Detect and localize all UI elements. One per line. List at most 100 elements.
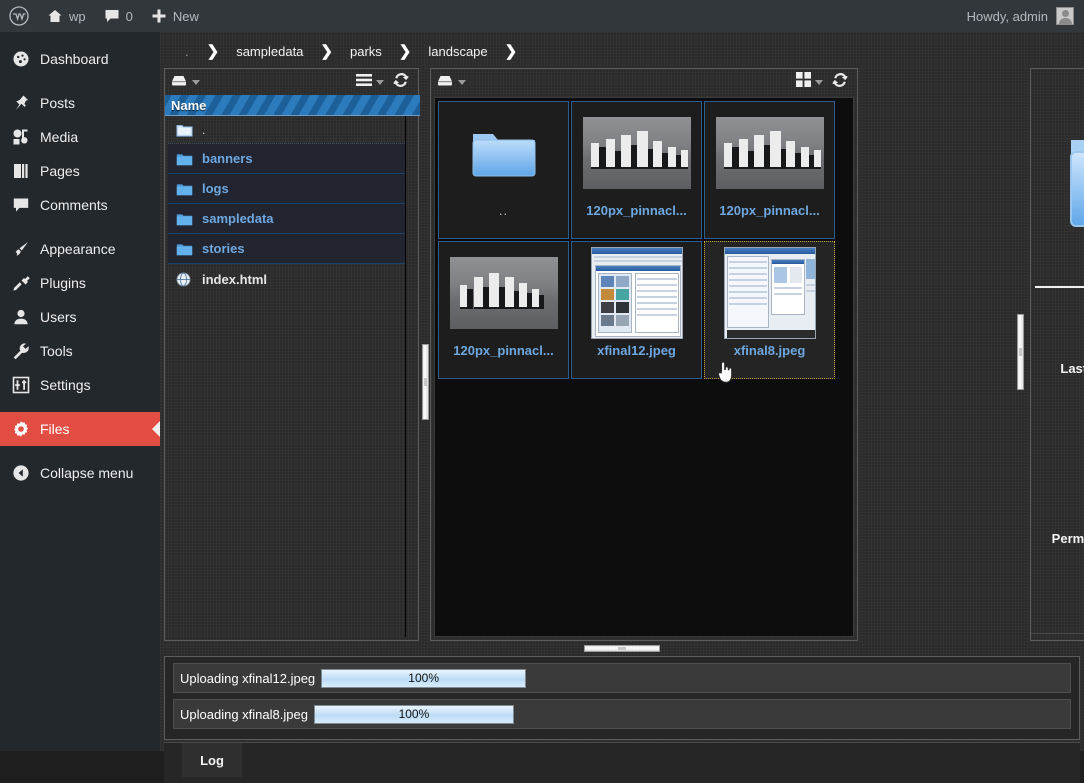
file-preview (1035, 73, 1084, 288)
thumbnail-label: xfinal12.jpeg (572, 344, 701, 358)
thumbnail-item-selected[interactable]: xfinal8.jpeg (704, 241, 835, 379)
property-key: Type (1035, 440, 1084, 455)
tree-row[interactable]: index.html (168, 264, 405, 294)
property-key: Group (1035, 501, 1084, 516)
photo-preview (716, 117, 824, 189)
tree-row-label: . (202, 123, 205, 137)
gear-icon (11, 419, 31, 439)
comments-count: 0 (126, 9, 133, 24)
sidebar-item-appearance[interactable]: Appearance (0, 232, 160, 266)
sidebar-item-settings[interactable]: Settings (0, 368, 160, 402)
sidebar-item-files[interactable]: Files (0, 412, 160, 446)
thumbnail-grid: .. (434, 97, 854, 637)
chevron-down-icon (192, 80, 200, 85)
progress-percent: 100% (399, 707, 430, 721)
thumbnail-item[interactable]: .. (438, 101, 569, 239)
sidebar-item-collapse-menu[interactable]: Collapse menu (0, 456, 160, 490)
sidebar-item-comments[interactable]: Comments (0, 188, 160, 222)
folder-icon (176, 182, 194, 196)
breadcrumb-item-root[interactable]: . (182, 44, 193, 59)
tree-column-header-name[interactable]: Name (165, 95, 420, 116)
chevron-down-icon (376, 80, 384, 85)
sidebar-item-posts[interactable]: Posts (0, 86, 160, 120)
plug-icon (11, 273, 31, 293)
property-row-type: Type Directory (1035, 440, 1084, 456)
upload-progress-bar: 100% (314, 705, 514, 724)
thumbnail-image (705, 102, 834, 204)
wordpress-logo-button[interactable] (0, 0, 38, 32)
tab-log[interactable]: Log (182, 743, 242, 777)
plus-icon (151, 8, 167, 24)
sidebar-item-users[interactable]: Users (0, 300, 160, 334)
grid-view-icon (795, 71, 812, 93)
grid-view-button[interactable] (791, 71, 827, 93)
thumbnail-item[interactable]: 120px_pinnacl... (438, 241, 569, 379)
volume-select-button[interactable] (431, 71, 470, 93)
thumbnail-image (572, 242, 701, 344)
sidebar-item-tools[interactable]: Tools (0, 334, 160, 368)
tree-refresh-button[interactable] (388, 71, 418, 93)
tree-row-label: logs (202, 181, 229, 196)
avatar-icon (1056, 7, 1074, 25)
chevron-down-icon (815, 80, 823, 85)
sidebar-item-label: Media (40, 130, 78, 144)
tree-row[interactable]: logs (168, 174, 405, 204)
folder-icon (176, 152, 194, 166)
progress-percent: 100% (408, 671, 439, 685)
property-row-group: Group mc007 (1035, 501, 1084, 517)
property-key: Permissions (1035, 531, 1084, 546)
sidebar-item-media[interactable]: Media (0, 120, 160, 154)
wordpress-logo-icon (9, 6, 29, 26)
sidebar-item-plugins[interactable]: Plugins (0, 266, 160, 300)
volume-select-button[interactable] (165, 71, 204, 93)
breadcrumb-item-sampledata[interactable]: sampledata (233, 44, 306, 59)
tree-menu-button[interactable] (351, 71, 388, 93)
right-panel-splitter[interactable] (1015, 282, 1026, 422)
splitter-grip[interactable] (1017, 314, 1024, 390)
tree-row[interactable]: stories (168, 234, 405, 264)
tree-row[interactable]: banners (168, 144, 405, 174)
upload-row: Uploading xfinal12.jpeg 100% (173, 663, 1071, 693)
folder-icon (1065, 124, 1084, 236)
thumbnail-item[interactable]: xfinal12.jpeg (571, 241, 702, 379)
breadcrumb-item-landscape[interactable]: landscape (425, 44, 490, 59)
thumbnail-item[interactable]: 120px_pinnacl... (704, 101, 835, 239)
splitter-grip[interactable] (422, 344, 429, 420)
thumbnail-label: 120px_pinnacl... (705, 204, 834, 218)
pin-icon (11, 93, 31, 113)
thumbnail-refresh-button[interactable] (827, 71, 857, 93)
wp-admin-sidebar: Dashboard Posts Media Pages Comments App… (0, 32, 160, 751)
upload-row: Uploading xfinal8.jpeg 100% (173, 699, 1071, 729)
photo-preview (724, 247, 816, 339)
breadcrumb-item-parks[interactable]: parks (347, 44, 385, 59)
file-tree-list: . banners logs sampledata (168, 116, 406, 637)
tree-row[interactable]: sampledata (168, 204, 405, 234)
account-area[interactable]: Howdy, admin (967, 7, 1084, 25)
chevron-right-icon: ❯ (491, 44, 532, 59)
file-tree-toolbar (165, 69, 418, 95)
dashboard-icon (11, 49, 31, 69)
bottom-panel-splitter[interactable] (164, 642, 1080, 654)
sidebar-item-pages[interactable]: Pages (0, 154, 160, 188)
tree-row-label: index.html (202, 272, 267, 287)
chevron-down-icon (458, 80, 466, 85)
comments-button[interactable]: 0 (95, 0, 142, 32)
new-content-button[interactable]: New (142, 0, 208, 32)
sidebar-item-label: Users (40, 310, 77, 324)
property-row-last-modified: Last Modif. 2013 December 26th, 8:42:41 … (1035, 361, 1084, 426)
sidebar-item-label: Tools (40, 344, 73, 358)
splitter-grip[interactable] (584, 645, 660, 652)
chevron-right-icon: ❯ (193, 44, 234, 59)
site-name-button[interactable]: wp (38, 0, 95, 32)
sidebar-item-label: Pages (40, 164, 80, 178)
comment-bubble-icon (11, 195, 31, 215)
sidebar-item-dashboard[interactable]: Dashboard (0, 42, 160, 76)
refresh-icon (392, 71, 410, 94)
tree-row[interactable]: . (168, 116, 405, 144)
thumbnail-item[interactable]: 120px_pinnacl... (571, 101, 702, 239)
photo-preview (583, 117, 691, 189)
thumbnail-image (572, 102, 701, 204)
property-key: Name (1035, 301, 1084, 316)
menu-spacer-top (0, 32, 160, 42)
folder-icon (176, 242, 194, 256)
